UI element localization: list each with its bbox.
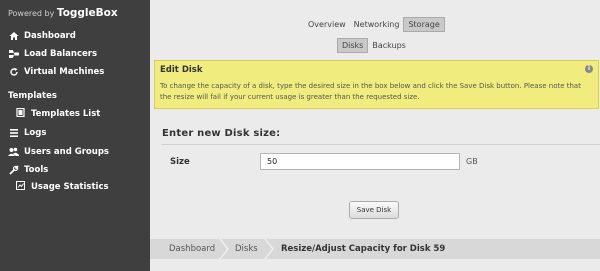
- alert-text: To change the capacity of a disk, type t…: [160, 82, 581, 101]
- tab-storage[interactable]: Storage: [403, 17, 445, 32]
- sidebar-item-usage-statistics[interactable]: Usage Statistics: [16, 180, 109, 194]
- sidebar-item-label: Logs: [24, 128, 47, 138]
- sidebar-item-label: Load Balancers: [24, 49, 98, 59]
- load-balancer-icon: [8, 49, 19, 60]
- info-icon: i: [585, 65, 593, 73]
- sidebar-item-tools[interactable]: Tools: [8, 163, 48, 177]
- alert-title: Edit Disk: [160, 65, 203, 75]
- breadcrumb-dashboard[interactable]: Dashboard: [169, 239, 215, 259]
- sidebar-item-logs[interactable]: Logs: [8, 126, 46, 140]
- sidebar-section-templates: Templates: [8, 91, 57, 101]
- chart-icon: [16, 181, 25, 193]
- subtab-disks[interactable]: Disks: [337, 38, 369, 53]
- main-content: Overview Networking Storage Disks Backup…: [150, 0, 600, 271]
- breadcrumb-disks[interactable]: Disks: [235, 239, 258, 259]
- sidebar-item-label: Tools: [24, 165, 49, 175]
- sidebar-item-label: Virtual Machines: [24, 67, 105, 77]
- divider: [162, 144, 600, 145]
- sidebar-item-templates-list[interactable]: Templates List: [16, 107, 100, 121]
- save-disk-button[interactable]: Save Disk: [349, 201, 399, 219]
- subtab-backups[interactable]: Backups: [368, 38, 410, 53]
- home-icon: [8, 31, 19, 42]
- users-icon: [8, 147, 19, 158]
- tab-overview[interactable]: Overview: [304, 17, 350, 32]
- disk-size-input[interactable]: [260, 153, 460, 170]
- sidebar-item-label: Usage Statistics: [31, 182, 109, 192]
- sidebar-item-virtual-machines[interactable]: Virtual Machines: [8, 65, 104, 79]
- sidebar-item-load-balancers[interactable]: Load Balancers: [8, 47, 97, 61]
- refresh-icon: [8, 67, 19, 78]
- sidebar-item-label: Users and Groups: [24, 147, 109, 157]
- tab-networking[interactable]: Networking: [350, 17, 404, 32]
- size-label: Size: [170, 157, 190, 167]
- breadcrumb-separator-icon: [264, 239, 274, 259]
- template-icon: [16, 107, 25, 120]
- brand: Powered by ToggleBox: [8, 7, 118, 19]
- tab-bar: Overview Networking Storage: [304, 17, 445, 32]
- wrench-icon: [8, 165, 19, 176]
- sidebar: Powered by ToggleBox Dashboard Load Bala…: [0, 0, 150, 271]
- sidebar-item-label: Templates List: [31, 109, 101, 119]
- size-unit: GB: [466, 157, 478, 166]
- sidebar-item-users-and-groups[interactable]: Users and Groups: [8, 145, 109, 159]
- sidebar-item-label: Dashboard: [24, 31, 76, 41]
- subtab-bar: Disks Backups: [337, 38, 410, 53]
- edit-disk-alert: Edit Disk i To change the capacity of a …: [154, 60, 599, 109]
- sidebar-item-dashboard[interactable]: Dashboard: [8, 29, 76, 43]
- brand-prefix: Powered by: [8, 9, 55, 18]
- logs-icon: [8, 128, 19, 139]
- form-section-title: Enter new Disk size:: [162, 128, 281, 139]
- breadcrumb-separator-icon: [219, 239, 229, 259]
- breadcrumb: Dashboard Disks Resize/Adjust Capacity f…: [150, 239, 600, 259]
- breadcrumb-current: Resize/Adjust Capacity for Disk 59: [281, 244, 446, 254]
- brand-name: ToggleBox: [56, 7, 118, 19]
